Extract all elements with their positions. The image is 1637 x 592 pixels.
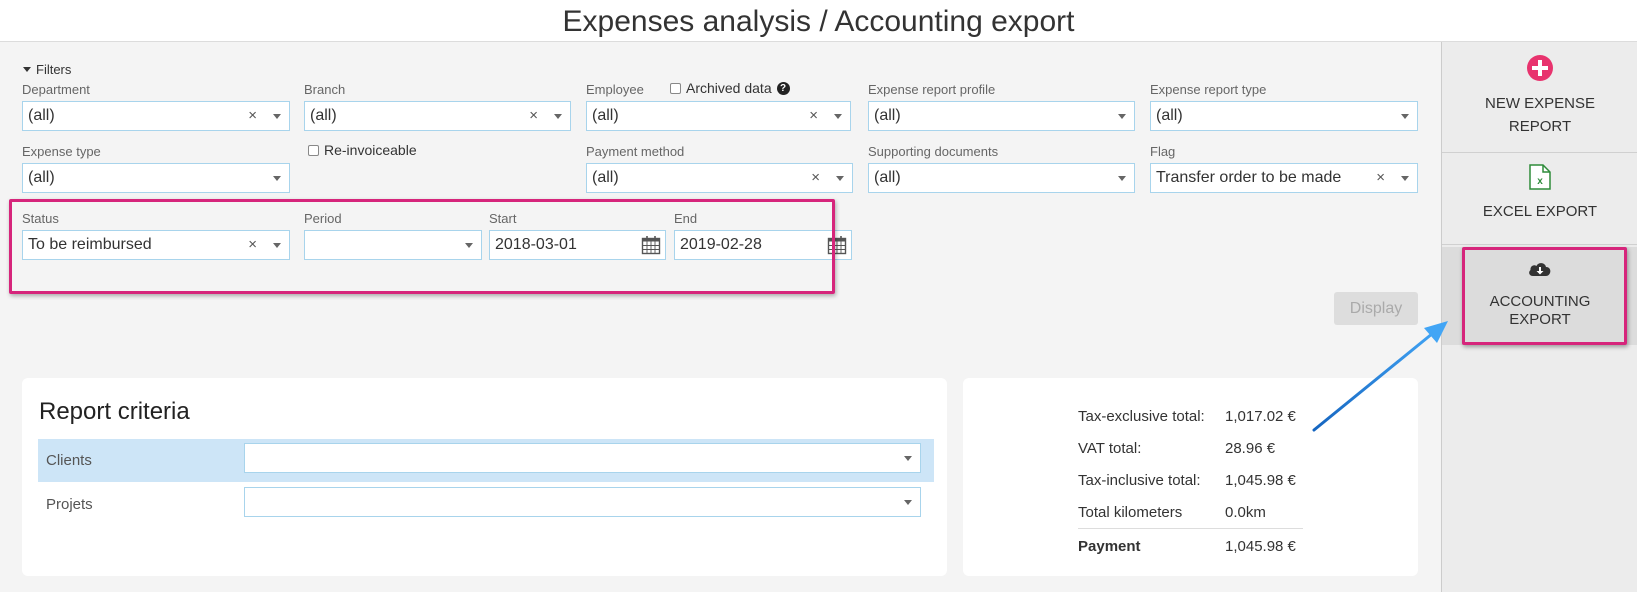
expense-report-type-label: Expense report type	[1150, 82, 1267, 97]
vat-total-label: VAT total:	[1078, 440, 1142, 457]
branch-label: Branch	[304, 82, 346, 97]
tax-exclusive-total-value: 1,017.02 €	[1225, 408, 1296, 425]
payment-value: 1,045.98 €	[1225, 538, 1296, 555]
flag-select[interactable]: Transfer order to be made ×	[1150, 163, 1418, 193]
flag-value: Transfer order to be made	[1156, 169, 1342, 186]
clients-label: Clients	[46, 452, 92, 469]
payment-method-select[interactable]: (all) ×	[586, 163, 853, 193]
flag-label: Flag	[1150, 144, 1176, 159]
new-expense-report-button[interactable]: NEW EXPENSE REPORT	[1442, 54, 1637, 150]
tax-inclusive-total-label: Tax-inclusive total:	[1078, 472, 1201, 489]
expense-type-select[interactable]: (all)	[22, 163, 290, 193]
new-expense-report-line1: NEW EXPENSE	[1484, 95, 1596, 112]
report-criteria-title: Report criteria	[39, 398, 190, 425]
chevron-down-icon[interactable]	[904, 456, 912, 461]
chevron-down-icon[interactable]	[273, 114, 281, 119]
caret-down-icon	[23, 67, 31, 72]
total-kilometers-value: 0.0km	[1225, 504, 1266, 521]
expense-type-label: Expense type	[22, 144, 101, 159]
archived-data-checkbox[interactable]	[670, 82, 681, 94]
chevron-down-icon[interactable]	[554, 114, 562, 119]
chevron-down-icon[interactable]	[273, 176, 281, 181]
filters-toggle-label: Filters	[36, 62, 72, 77]
supporting-documents-label: Supporting documents	[868, 144, 999, 159]
employee-value: (all)	[592, 107, 619, 124]
payment-method-value: (all)	[592, 169, 619, 186]
chevron-down-icon[interactable]	[1118, 176, 1126, 181]
clear-icon[interactable]: ×	[811, 164, 820, 192]
tax-inclusive-total-value: 1,045.98 €	[1225, 472, 1296, 489]
chevron-down-icon[interactable]	[834, 114, 842, 119]
expense-report-type-value: (all)	[1156, 107, 1183, 124]
new-expense-report-line2: REPORT	[1508, 118, 1572, 135]
chevron-down-icon[interactable]	[836, 176, 844, 181]
expense-report-profile-select[interactable]: (all)	[868, 101, 1135, 131]
department-value: (all)	[28, 107, 55, 124]
expense-report-profile-label: Expense report profile	[868, 82, 996, 97]
branch-select[interactable]: (all) ×	[304, 101, 571, 131]
payment-method-label: Payment method	[586, 144, 685, 159]
main-content: Filters Department (all) × Branch (all) …	[0, 42, 1441, 592]
reinvoiceable-checkbox-row[interactable]: Re-invoiceable	[308, 142, 417, 158]
report-criteria-card: Report criteria Clients Projets	[22, 378, 947, 576]
expense-report-type-select[interactable]: (all)	[1150, 101, 1418, 131]
clear-icon[interactable]: ×	[248, 102, 257, 130]
projets-select[interactable]	[244, 487, 921, 517]
accounting-export-highlight-box	[1462, 247, 1627, 345]
criteria-row-projets[interactable]: Projets	[38, 483, 934, 526]
department-label: Department	[22, 82, 90, 97]
chevron-down-icon[interactable]	[1401, 176, 1409, 181]
chevron-down-icon[interactable]	[1401, 114, 1409, 119]
employee-select[interactable]: (all) ×	[586, 101, 851, 131]
help-icon[interactable]: ?	[776, 81, 790, 95]
payment-label: Payment	[1078, 538, 1141, 555]
clients-select[interactable]	[244, 443, 921, 473]
vat-total-value: 28.96 €	[1225, 440, 1276, 457]
reinvoiceable-checkbox[interactable]	[308, 144, 319, 156]
branch-value: (all)	[310, 107, 337, 124]
clear-icon[interactable]: ×	[1376, 164, 1385, 192]
sidebar-divider	[1442, 244, 1637, 245]
chevron-down-icon[interactable]	[1118, 114, 1126, 119]
excel-export-label: EXCEL EXPORT	[1482, 203, 1598, 220]
sidebar-divider	[1442, 152, 1637, 153]
filters-toggle[interactable]: Filters	[23, 62, 71, 77]
projets-label: Projets	[46, 496, 93, 513]
status-period-highlight-box	[9, 199, 835, 294]
page-title: Expenses analysis / Accounting export	[0, 0, 1637, 42]
reinvoiceable-label: Re-invoiceable	[324, 142, 417, 158]
total-kilometers-label: Total kilometers	[1078, 504, 1183, 521]
department-select[interactable]: (all) ×	[22, 101, 290, 131]
excel-export-button[interactable]: x EXCEL EXPORT	[1442, 164, 1637, 236]
totals-divider	[1078, 528, 1303, 529]
chevron-down-icon[interactable]	[904, 500, 912, 505]
criteria-row-clients[interactable]: Clients	[38, 439, 934, 482]
tax-exclusive-total-label: Tax-exclusive total:	[1078, 408, 1205, 425]
supporting-documents-select[interactable]: (all)	[868, 163, 1135, 193]
archived-data-label: Archived data	[686, 80, 772, 96]
clear-icon[interactable]: ×	[809, 102, 818, 130]
employee-label: Employee	[586, 82, 644, 97]
expense-report-profile-value: (all)	[874, 107, 901, 124]
archived-data-checkbox-row[interactable]: Archived data ?	[670, 80, 790, 96]
excel-file-icon: x	[1529, 164, 1551, 190]
clear-icon[interactable]: ×	[529, 102, 538, 130]
supporting-documents-value: (all)	[874, 169, 901, 186]
pointer-arrow-icon	[1312, 321, 1448, 432]
expense-type-value: (all)	[28, 169, 55, 186]
svg-text:x: x	[1537, 176, 1543, 187]
plus-circle-icon	[1527, 55, 1553, 81]
